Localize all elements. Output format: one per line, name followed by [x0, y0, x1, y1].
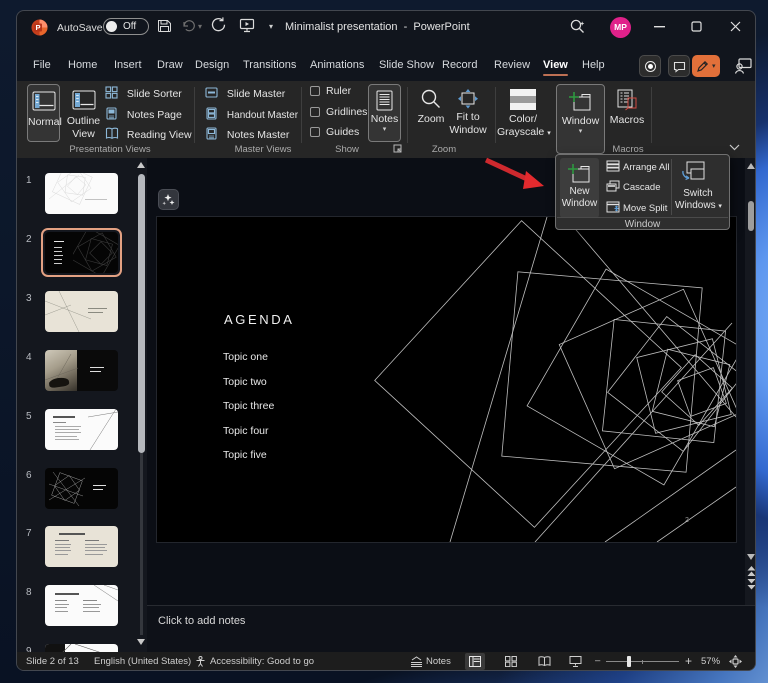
svg-text:P: P — [35, 23, 40, 32]
